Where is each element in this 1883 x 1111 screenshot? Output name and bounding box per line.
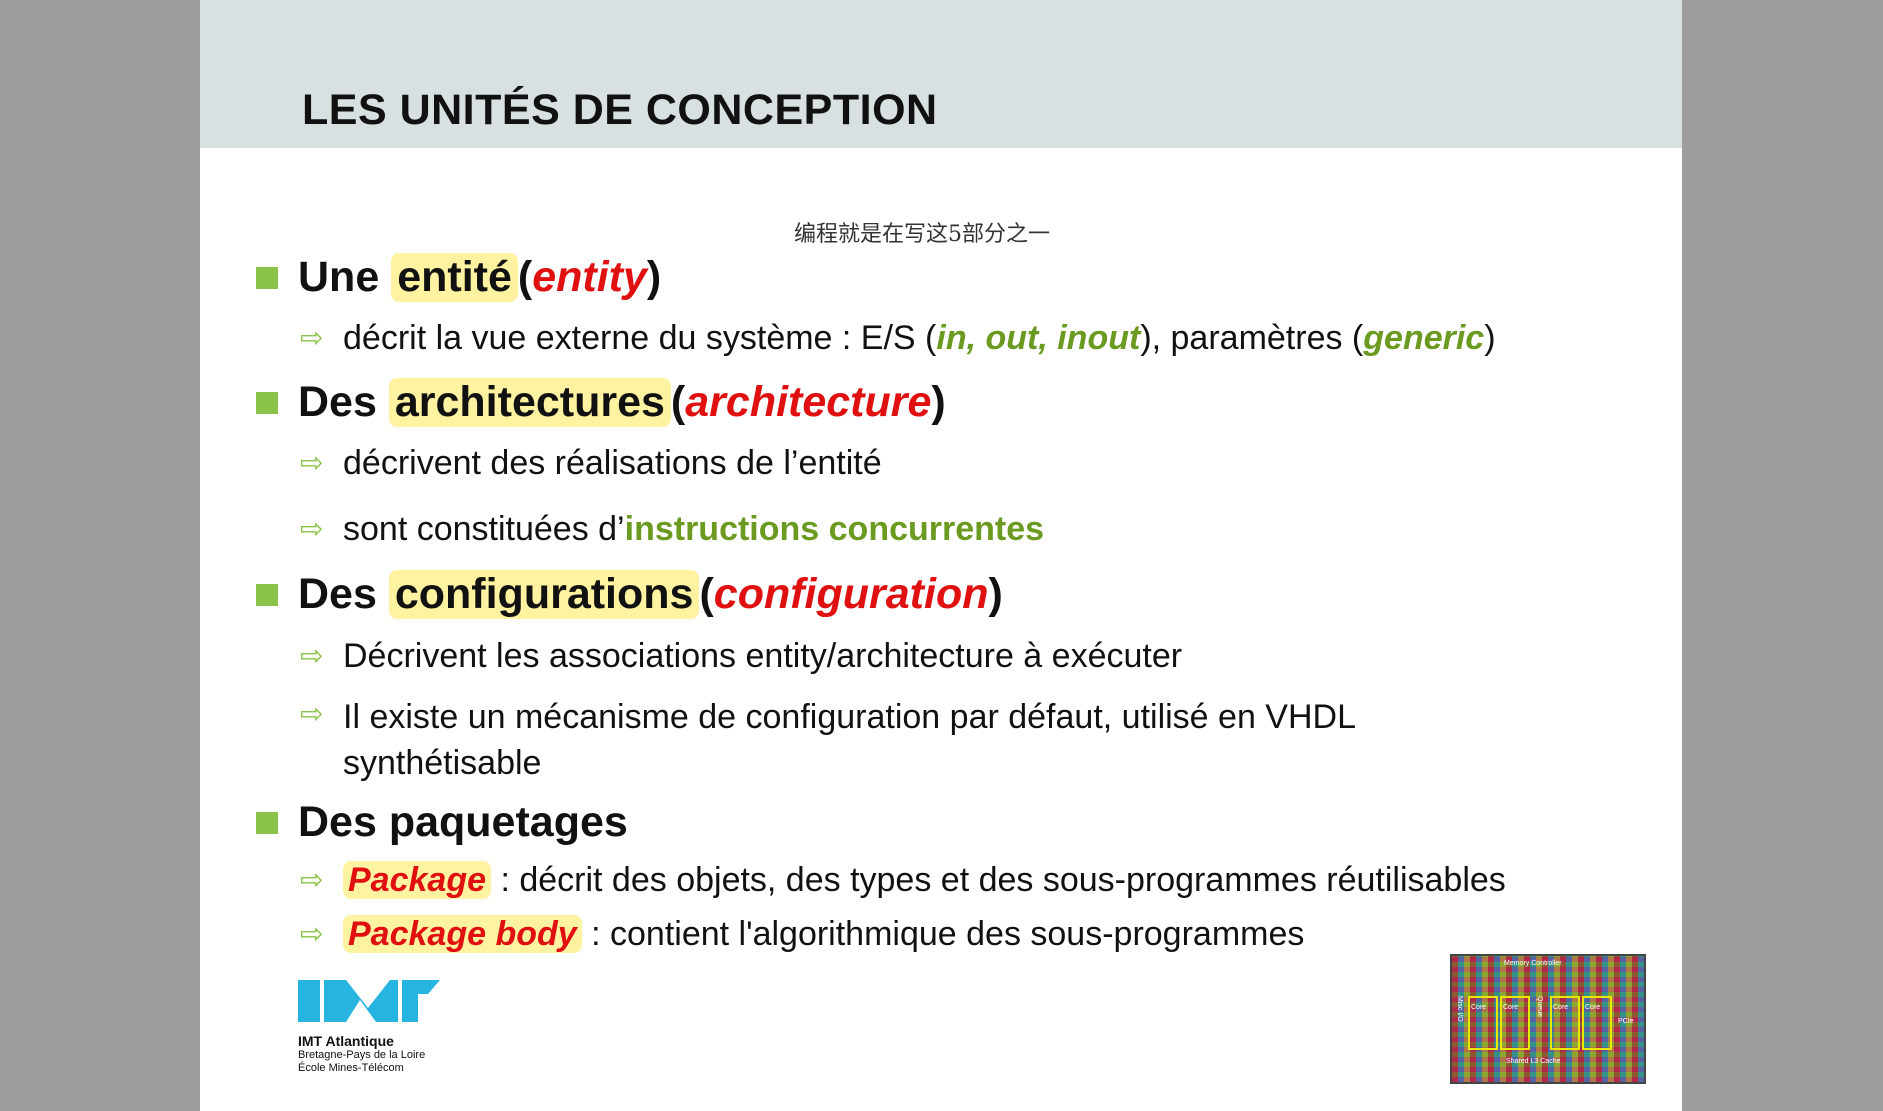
arrow-right-icon: ⇨ bbox=[300, 917, 324, 950]
sub-package: ⇨ Package : décrit des objets, des types… bbox=[300, 860, 1506, 900]
chip-label-core: Core bbox=[1503, 1004, 1519, 1011]
sub-architecture-desc1: ⇨ décrivent des réalisations de l’entité bbox=[300, 443, 882, 483]
paren-open: ( bbox=[699, 570, 714, 618]
sub-configuration-desc2: ⇨ Il existe un mécanisme de configuratio… bbox=[300, 694, 1356, 786]
slide-title: LES UNITÉS DE CONCEPTION bbox=[302, 86, 938, 134]
desc-text: Décrivent les associations entity/archit… bbox=[343, 637, 1183, 675]
highlighted-term: architectures bbox=[388, 378, 671, 427]
imt-logo: IMT Atlantique Bretagne-Pays de la Loire… bbox=[298, 980, 440, 1075]
logo-line2: Bretagne-Pays de la Loire bbox=[298, 1049, 426, 1061]
paren-close: ) bbox=[931, 378, 946, 426]
logo-name: IMT Atlantique bbox=[298, 1033, 394, 1049]
keyword-generic: generic bbox=[1363, 319, 1485, 357]
chip-label-misc: Misc I/O bbox=[1456, 996, 1463, 1022]
sub-architecture-desc2: ⇨ sont constituées d’instructions concur… bbox=[300, 509, 1044, 549]
desc-text: : contient l'algorithmique des sous-prog… bbox=[581, 915, 1305, 953]
desc-text: Il existe un mécanisme de configuration … bbox=[343, 698, 1356, 736]
chip-label-queue: Queue bbox=[1536, 996, 1543, 1018]
arrow-right-icon: ⇨ bbox=[300, 863, 324, 896]
slide-header: LES UNITÉS DE CONCEPTION bbox=[200, 0, 1682, 148]
bullet-prefix: Des bbox=[298, 570, 377, 618]
arrow-right-icon: ⇨ bbox=[300, 697, 324, 730]
highlighted-term: configurations bbox=[388, 570, 700, 619]
desc-text: décrivent des réalisations de l’entité bbox=[343, 444, 882, 482]
bullet-heading: Des paquetages bbox=[298, 798, 628, 846]
bullet-prefix: Une bbox=[298, 253, 380, 301]
bullet-prefix: Des bbox=[298, 378, 377, 426]
keyword-configuration: configuration bbox=[713, 570, 989, 618]
bullet-architecture: Des architectures (architecture) bbox=[256, 378, 946, 427]
square-bullet-icon bbox=[256, 266, 278, 289]
sub-configuration-desc1: ⇨ Décrivent les associations entity/arch… bbox=[300, 636, 1182, 676]
sub-package-body: ⇨ Package body : contient l'algorithmiqu… bbox=[300, 914, 1304, 954]
keyword-architecture: architecture bbox=[685, 378, 932, 426]
paren-open: ( bbox=[670, 378, 686, 426]
highlighted-term: entité bbox=[391, 253, 518, 302]
square-bullet-icon bbox=[256, 583, 278, 606]
sub-entity-desc: ⇨ décrit la vue externe du système : E/S… bbox=[300, 318, 1496, 358]
desc-text: ) bbox=[1484, 319, 1496, 357]
bullet-entity: Une entité (entity) bbox=[256, 253, 661, 302]
bullet-configuration: Des configurations (configuration) bbox=[256, 570, 1003, 619]
desc-text: ), paramètres ( bbox=[1140, 319, 1364, 357]
logo-line3: École Mines-Télécom bbox=[298, 1062, 404, 1074]
keyword-concurrent: instructions concurrentes bbox=[624, 510, 1045, 548]
chip-label-core: Core bbox=[1471, 1004, 1487, 1011]
chip-label-cache: Shared L3 Cache bbox=[1506, 1058, 1561, 1065]
chip-label-core: Core bbox=[1553, 1004, 1569, 1011]
keyword-package-body: Package body bbox=[343, 915, 582, 953]
processor-die-image: Memory Controller Misc I/O Core Core Que… bbox=[1450, 954, 1646, 1084]
slide: LES UNITÉS DE CONCEPTION 编程就是在写这5部分之一 Un… bbox=[200, 0, 1682, 1111]
desc-text: : décrit des objets, des types et des so… bbox=[491, 861, 1506, 899]
square-bullet-icon bbox=[256, 811, 278, 834]
arrow-right-icon: ⇨ bbox=[300, 321, 324, 354]
desc-text: sont constituées d’ bbox=[343, 510, 625, 548]
chip-label-memory: Memory Controller bbox=[1504, 960, 1562, 967]
keyword-ports: in, out, inout bbox=[936, 319, 1141, 357]
keyword-entity: entity bbox=[532, 253, 647, 301]
paren-close: ) bbox=[646, 253, 662, 301]
keyword-package: Package bbox=[343, 861, 491, 899]
arrow-right-icon: ⇨ bbox=[300, 639, 324, 672]
paren-open: ( bbox=[517, 253, 533, 301]
bullet-packages: Des paquetages bbox=[256, 798, 628, 847]
square-bullet-icon bbox=[256, 391, 278, 414]
arrow-right-icon: ⇨ bbox=[300, 446, 324, 479]
imt-logo-mark-icon bbox=[298, 980, 440, 1022]
annotation-note: 编程就是在写这5部分之一 bbox=[794, 222, 1050, 247]
desc-text: décrit la vue externe du système : E/S ( bbox=[343, 319, 937, 357]
chip-label-pcie: PCIe bbox=[1618, 1018, 1634, 1025]
arrow-right-icon: ⇨ bbox=[300, 512, 324, 545]
paren-close: ) bbox=[988, 570, 1003, 618]
desc-text: synthétisable bbox=[343, 744, 542, 782]
chip-label-core: Core bbox=[1585, 1004, 1601, 1011]
